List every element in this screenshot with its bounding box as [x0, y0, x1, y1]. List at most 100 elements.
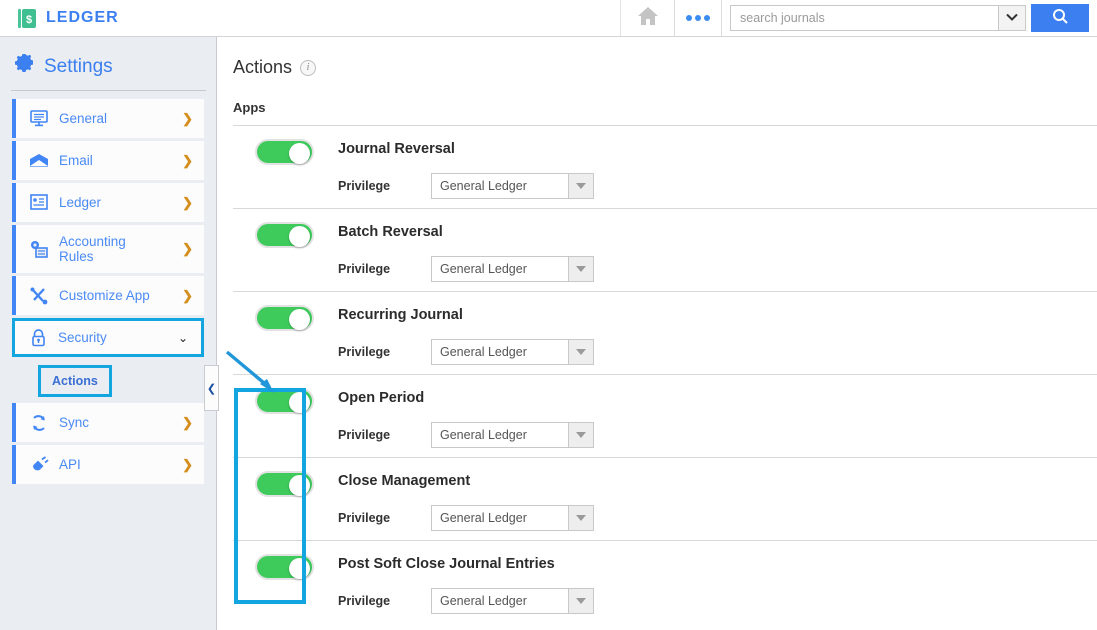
chevron-down-icon[interactable]: [568, 589, 593, 613]
tools-icon: [24, 287, 54, 305]
action-title: Journal Reversal: [338, 141, 455, 157]
sidebar-item-label: API: [59, 457, 81, 472]
table-row: Batch Reversal Privilege General Ledger: [233, 208, 1097, 291]
privilege-row: Privilege General Ledger: [338, 422, 1097, 448]
table-row: Journal Reversal Privilege General Ledge…: [233, 125, 1097, 208]
action-title: Close Management: [338, 473, 471, 489]
actions-list: Journal Reversal Privilege General Ledge…: [233, 125, 1097, 623]
info-icon[interactable]: i: [300, 59, 317, 76]
sidebar-item-label: Email: [59, 153, 93, 168]
chevron-right-icon: ❯: [182, 241, 193, 256]
sidebar-item-accounting-rules[interactable]: Accounting Rules ❯: [12, 225, 204, 273]
sidebar-subitem-label: Actions: [52, 374, 98, 388]
refresh-icon: [24, 414, 54, 432]
search-input[interactable]: [731, 11, 998, 25]
gear-doc-icon: [24, 240, 54, 258]
search-button[interactable]: [1031, 4, 1089, 32]
sidebar-item-ledger[interactable]: Ledger ❯: [12, 183, 204, 222]
sidebar-divider: [11, 90, 206, 91]
privilege-value: General Ledger: [440, 345, 527, 359]
privilege-label: Privilege: [338, 179, 391, 193]
sidebar-collapse-handle[interactable]: ❮: [204, 365, 219, 411]
privilege-select[interactable]: General Ledger: [431, 173, 594, 199]
privilege-label: Privilege: [338, 345, 391, 359]
chevron-right-icon: ❯: [182, 110, 193, 126]
privilege-value: General Ledger: [440, 594, 527, 608]
action-toggle[interactable]: [255, 222, 314, 248]
sidebar-item-security[interactable]: Security ⌄: [12, 318, 204, 357]
chevron-down-icon[interactable]: [568, 506, 593, 530]
privilege-select[interactable]: General Ledger: [431, 422, 594, 448]
privilege-label: Privilege: [338, 428, 391, 442]
monitor-icon: [24, 110, 54, 127]
privilege-select[interactable]: General Ledger: [431, 256, 594, 282]
home-icon: [636, 5, 660, 32]
action-toggle[interactable]: [255, 305, 314, 331]
action-toggle[interactable]: [255, 388, 314, 414]
chevron-right-icon: ❯: [182, 287, 193, 303]
privilege-label: Privilege: [338, 594, 391, 608]
table-row: Post Soft Close Journal Entries Privileg…: [233, 540, 1097, 623]
privilege-select[interactable]: General Ledger: [431, 505, 594, 531]
chevron-right-icon: ❯: [182, 414, 193, 430]
chevron-down-icon[interactable]: [568, 257, 593, 281]
privilege-select[interactable]: General Ledger: [431, 339, 594, 365]
page-title: Actions: [233, 57, 293, 77]
sidebar-item-email[interactable]: Email ❯: [12, 141, 204, 180]
chevron-down-icon: ⌄: [177, 330, 188, 345]
more-button[interactable]: [674, 0, 722, 36]
chevron-down-icon[interactable]: [568, 423, 593, 447]
chevron-right-icon: ❯: [182, 194, 193, 210]
sidebar-item-general[interactable]: General ❯: [12, 99, 204, 138]
main-content: Actions i Apps Journal Reversal Privileg…: [218, 37, 1097, 630]
privilege-row: Privilege General Ledger: [338, 339, 1097, 365]
chevron-down-icon[interactable]: [568, 174, 593, 198]
more-dots-icon: [686, 15, 710, 21]
action-toggle[interactable]: [255, 554, 314, 580]
privilege-value: General Ledger: [440, 262, 527, 276]
settings-title: Settings: [44, 55, 113, 77]
sidebar-item-label: General: [59, 111, 108, 126]
lock-icon: [23, 328, 53, 347]
app-root: $ LEDGER search journals Settings Genera…: [0, 0, 1097, 630]
privilege-row: Privilege General Ledger: [338, 256, 1097, 282]
ledger-book-icon: $: [17, 8, 37, 29]
table-row: Open Period Privilege General Ledger: [233, 374, 1097, 457]
sidebar-item-label: Security: [58, 330, 107, 345]
privilege-row: Privilege General Ledger: [338, 588, 1097, 614]
action-toggle[interactable]: [255, 471, 314, 497]
search-area: [730, 4, 1089, 32]
section-label-apps: Apps: [233, 100, 266, 115]
privilege-value: General Ledger: [440, 179, 527, 193]
action-title: Open Period: [338, 390, 425, 406]
sidebar-subitem-actions[interactable]: Actions: [38, 365, 112, 397]
brand[interactable]: $ LEDGER: [0, 8, 119, 29]
sidebar-item-label: Sync: [59, 415, 90, 430]
sidebar-item-api[interactable]: API ❯: [12, 445, 204, 484]
envelope-icon: [24, 153, 54, 168]
privilege-select[interactable]: General Ledger: [431, 588, 594, 614]
action-title: Recurring Journal: [338, 307, 463, 323]
search-field[interactable]: [730, 5, 998, 31]
sidebar-item-label: Ledger: [59, 195, 102, 210]
action-toggle[interactable]: [255, 139, 314, 165]
action-title: Batch Reversal: [338, 224, 443, 240]
page-title-row: Actions i: [233, 57, 1097, 78]
document-icon: [24, 194, 54, 211]
table-row: Recurring Journal Privilege General Ledg…: [233, 291, 1097, 374]
chevron-down-icon[interactable]: [568, 340, 593, 364]
privilege-row: Privilege General Ledger: [338, 173, 1097, 199]
chevron-right-icon: ❯: [182, 456, 193, 472]
brand-name: LEDGER: [46, 9, 119, 26]
sidebar-item-sync[interactable]: Sync ❯: [12, 403, 204, 442]
sidebar-item-label: Customize App: [59, 288, 150, 303]
home-button[interactable]: [620, 0, 674, 36]
privilege-label: Privilege: [338, 262, 391, 276]
chevron-right-icon: ❯: [182, 152, 193, 168]
settings-header: Settings: [0, 53, 216, 90]
privilege-label: Privilege: [338, 511, 391, 525]
settings-sidebar: Settings General ❯ Email ❯ Ledger ❯ Acco…: [0, 37, 217, 630]
sidebar-item-customize-app[interactable]: Customize App ❯: [12, 276, 204, 315]
search-dropdown-button[interactable]: [998, 5, 1026, 31]
privilege-value: General Ledger: [440, 428, 527, 442]
